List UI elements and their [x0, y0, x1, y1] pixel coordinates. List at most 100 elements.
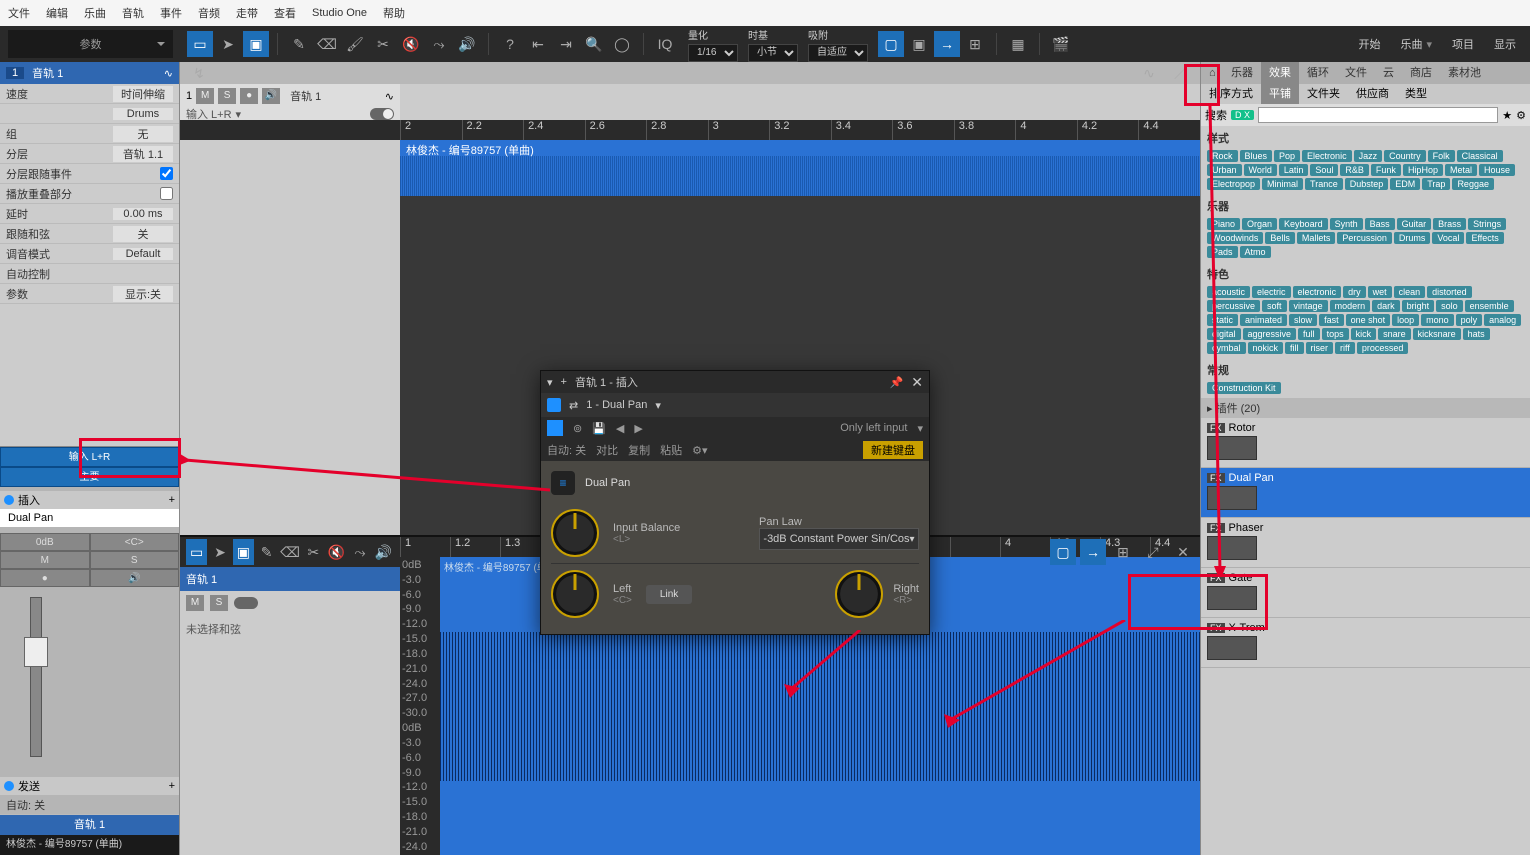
tag[interactable]: Funk	[1371, 164, 1401, 176]
tab-instruments[interactable]: 乐器	[1223, 62, 1261, 84]
arrow-tool[interactable]: ▭	[186, 539, 207, 565]
eraser-tool[interactable]: ⌫	[314, 31, 340, 57]
tag[interactable]: Keyboard	[1279, 218, 1328, 230]
menu-edit[interactable]: 编辑	[46, 5, 68, 21]
tag[interactable]: Bells	[1265, 232, 1295, 244]
panlaw-select[interactable]: -3dB Constant Power Sin/Cos ▾	[759, 528, 919, 550]
video-btn[interactable]: 🎬	[1048, 31, 1074, 57]
collapse-icon[interactable]: ▾	[547, 376, 553, 389]
sub-sort[interactable]: 排序方式	[1201, 84, 1261, 104]
routing-icon[interactable]: ⇄	[569, 399, 578, 412]
home-icon[interactable]: ⌂	[1201, 62, 1223, 84]
close-icon[interactable]: ✕	[1170, 539, 1196, 565]
solo-button[interactable]: S	[90, 551, 180, 569]
tag[interactable]: Atmo	[1240, 246, 1271, 258]
output-routing[interactable]: 主要	[0, 467, 179, 487]
tag[interactable]: solo	[1436, 300, 1463, 312]
tag[interactable]: fast	[1319, 314, 1344, 326]
tag[interactable]: kicksnare	[1413, 328, 1461, 340]
add-send-icon[interactable]: +	[169, 780, 175, 792]
plugin-item-rotor[interactable]: FXRotor	[1201, 418, 1530, 468]
link-song[interactable]: 乐曲	[1400, 36, 1432, 52]
tag[interactable]: Trance	[1305, 178, 1343, 190]
pan-readout[interactable]: <C>	[90, 533, 180, 551]
mute-tool[interactable]: 🔇	[326, 539, 347, 565]
snap-mode-2[interactable]: ▣	[906, 31, 932, 57]
search-input[interactable]	[1258, 107, 1498, 123]
tag[interactable]: riser	[1306, 342, 1334, 354]
power-icon[interactable]	[547, 398, 561, 412]
editor-track-name[interactable]: 音轨 1	[186, 571, 217, 587]
sub-type[interactable]: 类型	[1397, 84, 1435, 104]
mute-button[interactable]: M	[0, 551, 90, 569]
inspector-row[interactable]: 组无	[0, 124, 179, 144]
power-icon[interactable]	[4, 495, 14, 505]
track-header[interactable]: 1 M S ● 🔊 音轨 1 ∿ 输入 L+R ▾	[180, 84, 400, 120]
tag[interactable]: Blues	[1240, 150, 1273, 162]
tag[interactable]: tops	[1322, 328, 1349, 340]
gear-icon[interactable]: ⚙▾	[692, 444, 707, 457]
tag[interactable]: electronic	[1293, 286, 1342, 298]
pointer-tool[interactable]: ➤	[209, 539, 230, 565]
tag[interactable]: Minimal	[1262, 178, 1303, 190]
quantize-select[interactable]: 1/16	[688, 44, 738, 62]
tag[interactable]: kick	[1351, 328, 1377, 340]
snap-mode-2[interactable]: →	[1080, 539, 1106, 565]
prev-preset[interactable]: ◀	[616, 422, 624, 435]
range-tool[interactable]: ▣	[243, 31, 269, 57]
tag[interactable]: Pop	[1274, 150, 1300, 162]
tag[interactable]: loop	[1392, 314, 1419, 326]
link-project[interactable]: 项目	[1452, 36, 1474, 52]
copy-button[interactable]: 复制	[628, 442, 650, 458]
tag[interactable]: Synth	[1330, 218, 1363, 230]
tag[interactable]: EDM	[1390, 178, 1420, 190]
tag[interactable]: Organ	[1242, 218, 1277, 230]
tag[interactable]: Folk	[1428, 150, 1455, 162]
inspector-row[interactable]: 速度时间伸缩	[0, 84, 179, 104]
tag[interactable]: slow	[1289, 314, 1317, 326]
power-icon[interactable]	[4, 781, 14, 791]
tag[interactable]: bright	[1402, 300, 1435, 312]
tag[interactable]: animated	[1240, 314, 1287, 326]
sends-header[interactable]: 发送 +	[0, 777, 179, 795]
tag[interactable]: processed	[1357, 342, 1409, 354]
inspector-row[interactable]: 分层跟随事件	[0, 164, 179, 184]
tag[interactable]: World	[1244, 164, 1277, 176]
plugin-item-dual-pan[interactable]: FXDual Pan	[1201, 468, 1530, 518]
tag[interactable]: clean	[1394, 286, 1426, 298]
snap-mode-3[interactable]: ⊞	[1110, 539, 1136, 565]
tag[interactable]: Latin	[1279, 164, 1309, 176]
menu-track[interactable]: 音轨	[122, 5, 144, 21]
tag[interactable]: Drums	[1394, 232, 1431, 244]
range-tool[interactable]: ▣	[233, 539, 254, 565]
checkbox[interactable]	[160, 187, 173, 200]
link-button[interactable]: Link	[646, 585, 692, 604]
mute-tool[interactable]: 🔇	[398, 31, 424, 57]
tag[interactable]: Reggae	[1452, 178, 1494, 190]
eraser-tool[interactable]: ⌫	[279, 539, 300, 565]
tag[interactable]: aggressive	[1243, 328, 1297, 340]
checkbox[interactable]	[160, 167, 173, 180]
tag[interactable]: Vocal	[1432, 232, 1464, 244]
tab-effects[interactable]: 效果	[1261, 62, 1299, 84]
tag[interactable]: full	[1298, 328, 1320, 340]
new-keyboard-button[interactable]: 新建键盘	[863, 441, 923, 459]
automation-icon[interactable]: ↯	[186, 60, 212, 86]
link-start[interactable]: 开始	[1358, 36, 1380, 52]
track-footer[interactable]: 音轨 1	[0, 815, 179, 835]
sidechain-icon[interactable]: ⊚	[573, 422, 582, 435]
curve-tool[interactable]: ∿	[1136, 60, 1162, 86]
snap-mid[interactable]: ⇥	[553, 31, 579, 57]
split-tool[interactable]: ✂	[303, 539, 324, 565]
input-balance-knob[interactable]	[551, 509, 599, 557]
inspector-row[interactable]: 延时0.00 ms	[0, 204, 179, 224]
paint-tool[interactable]: 🖌	[342, 31, 368, 57]
tag[interactable]: Dubstep	[1345, 178, 1389, 190]
input-routing[interactable]: 输入 L+R	[0, 447, 179, 467]
track-name[interactable]: 音轨 1	[32, 65, 63, 81]
inspector-row[interactable]: 播放重叠部分	[0, 184, 179, 204]
tag[interactable]: nokick	[1248, 342, 1284, 354]
tag[interactable]: Brass	[1433, 218, 1466, 230]
lasso-tool[interactable]: ◯	[609, 31, 635, 57]
tag[interactable]: distorted	[1427, 286, 1472, 298]
